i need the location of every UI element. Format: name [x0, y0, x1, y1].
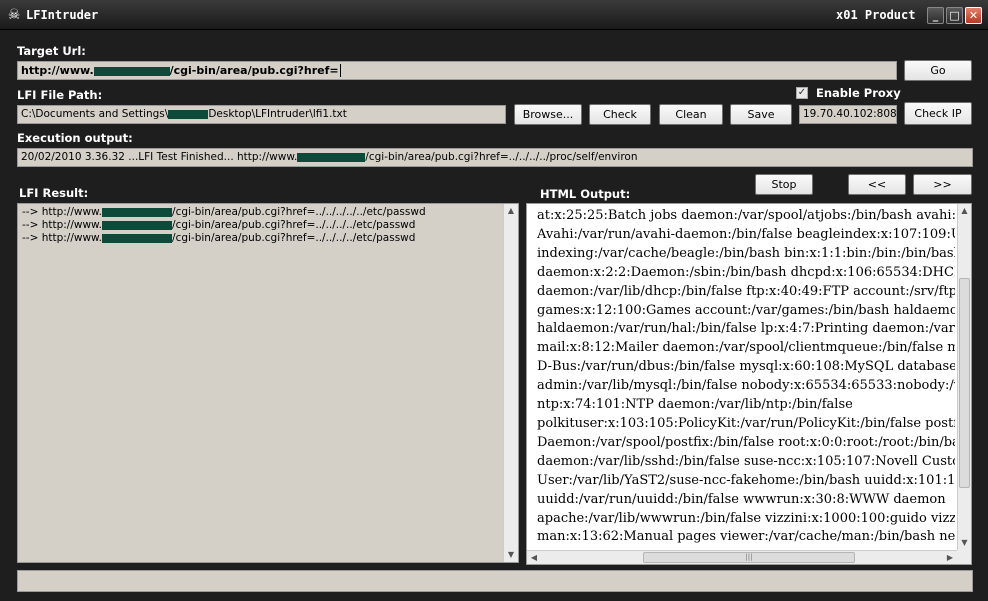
execution-text-prefix: 20/02/2010 3.36.32 ...LFI Test Finished.… — [21, 151, 298, 163]
horizontal-scroll-thumb[interactable]: ||| — [643, 552, 855, 563]
html-output-line: man:x:13:62:Manual pages viewer:/var/cac… — [537, 529, 955, 545]
target-url-suffix: /cgi-bin/area/pub.cgi?href= — [169, 64, 339, 77]
stop-button[interactable]: Stop — [755, 174, 813, 195]
product-label: x01 Product — [836, 8, 916, 22]
browse-button[interactable]: Browse... — [514, 104, 582, 125]
enable-proxy-checkbox[interactable]: ✓ — [796, 87, 808, 99]
redacted-username — [168, 109, 209, 119]
result-row-prefix: --> http://www. — [22, 232, 103, 244]
target-url-prefix: http://www. — [21, 64, 94, 77]
result-row[interactable]: --> http://www. /cgi-bin/area/pub.cgi?hre… — [22, 232, 426, 245]
result-scrollbar[interactable]: ▲ ▼ — [503, 204, 518, 562]
scroll-up-arrow-icon[interactable]: ▲ — [958, 204, 971, 218]
redacted-domain — [297, 152, 366, 162]
html-output-line: uuidd:/var/run/uuidd:/bin/false wwwrun:x… — [537, 491, 946, 507]
lfi-path-prefix: C:\Documents and Settings\ — [21, 108, 169, 120]
clean-button[interactable]: Clean — [659, 104, 723, 125]
result-row[interactable]: --> http://www. /cgi-bin/area/pub.cgi?hre… — [22, 206, 426, 219]
maximize-icon: □ — [949, 9, 960, 22]
html-output-label: HTML Output: — [540, 187, 631, 201]
html-output-line: daemon:/var/lib/dhcp:/bin/false ftp:x:40… — [537, 283, 955, 299]
go-button[interactable]: Go — [904, 60, 972, 81]
scroll-down-arrow-icon[interactable]: ▼ — [958, 536, 971, 550]
lfi-path-suffix: Desktop\LFIntruder\lfi1.txt — [208, 108, 347, 120]
execution-text-suffix: /cgi-bin/area/pub.cgi?href=../../../../p… — [365, 151, 638, 163]
lfi-result-list[interactable]: --> http://www. /cgi-bin/area/pub.cgi?hre… — [17, 203, 519, 563]
close-icon: ✕ — [968, 9, 979, 22]
result-row-suffix: /cgi-bin/area/pub.cgi?href=../../../../e… — [172, 232, 416, 244]
html-output-text: at:x:25:25:Batch jobs daemon:/var/spool/… — [537, 207, 955, 547]
html-output-view[interactable]: at:x:25:25:Batch jobs daemon:/var/spool/… — [526, 203, 972, 565]
lfi-file-path-label: LFI File Path: — [17, 88, 103, 102]
html-output-line: User:/var/lib/YaST2/suse-ncc-fakehome:/b… — [537, 472, 955, 488]
html-horizontal-scrollbar[interactable]: ◀ ||| ▶ — [527, 550, 957, 564]
redacted-domain — [102, 233, 173, 243]
main-panel: Target Url: http://www. /cgi-bin/area/pub… — [5, 31, 983, 597]
scroll-corner — [957, 550, 971, 564]
html-output-line: daemon:/var/lib/sshd:/bin/false suse-ncc… — [537, 453, 955, 469]
next-button[interactable]: >> — [913, 174, 972, 195]
title-bar: ☠ LFIntruder x01 Product _ □ ✕ — [0, 0, 988, 30]
html-output-line: Avahi:/var/run/avahi-daemon:/bin/false b… — [537, 226, 955, 242]
checkmark-icon: ✓ — [797, 87, 807, 98]
html-vertical-scrollbar[interactable]: ▲ ▼ — [957, 204, 971, 550]
check-button[interactable]: Check — [589, 104, 651, 125]
lfi-result-label: LFI Result: — [19, 186, 89, 200]
result-row[interactable]: --> http://www. /cgi-bin/area/pub.cgi?hre… — [22, 219, 426, 232]
execution-output-field: 20/02/2010 3.36.32 ...LFI Test Finished.… — [17, 148, 973, 167]
scroll-down-arrow-icon[interactable]: ▼ — [504, 548, 518, 562]
status-bar — [17, 570, 973, 592]
redacted-domain — [93, 66, 170, 76]
skull-app-icon: ☠ — [7, 7, 21, 23]
html-output-line: mail:x:8:12:Mailer daemon:/var/spool/cli… — [537, 340, 955, 356]
html-output-line: indexing:/var/cache/beagle:/bin/bash bin… — [537, 245, 955, 261]
lfi-file-path-input[interactable]: C:\Documents and Settings\ Desktop\LFIntr… — [17, 105, 506, 124]
html-output-line: games:x:12:100:Games account:/var/games:… — [537, 302, 955, 318]
result-row-suffix: /cgi-bin/area/pub.cgi?href=../../../../.… — [172, 206, 426, 218]
target-url-input[interactable]: http://www. /cgi-bin/area/pub.cgi?href=​ — [17, 61, 897, 80]
close-button[interactable]: ✕ — [965, 7, 982, 24]
scroll-left-arrow-icon[interactable]: ◀ — [527, 551, 541, 564]
proxy-address-input[interactable]: 19.70.40.102:8080 — [799, 105, 897, 124]
redacted-domain — [102, 207, 173, 217]
html-output-line: Daemon:/var/spool/postfix:/bin/false roo… — [537, 434, 955, 450]
result-row-prefix: --> http://www. — [22, 206, 103, 218]
result-rows: --> http://www. /cgi-bin/area/pub.cgi?hre… — [22, 206, 426, 245]
redacted-domain — [102, 220, 173, 230]
html-output-line: apache:/var/lib/wwwrun:/bin/false vizzin… — [537, 510, 955, 526]
html-output-line: ntp:x:74:101:NTP daemon:/var/lib/ntp:/bi… — [537, 397, 853, 413]
html-output-line: haldaemon:/var/run/hal:/bin/false lp:x:4… — [537, 321, 955, 337]
target-url-label: Target Url: — [17, 44, 86, 58]
scroll-up-arrow-icon[interactable]: ▲ — [504, 204, 518, 218]
html-output-line: admin:/var/lib/mysql:/bin/false nobody:x… — [537, 378, 955, 394]
html-output-line: polkituser:x:103:105:PolicyKit:/var/run/… — [537, 415, 955, 431]
check-ip-button[interactable]: Check IP — [904, 102, 972, 125]
save-button[interactable]: Save — [730, 104, 792, 125]
maximize-button[interactable]: □ — [946, 7, 963, 24]
scroll-right-arrow-icon[interactable]: ▶ — [943, 551, 957, 564]
html-output-line: at:x:25:25:Batch jobs daemon:/var/spool/… — [537, 208, 955, 223]
result-row-suffix: /cgi-bin/area/pub.cgi?href=../../../../e… — [172, 219, 416, 231]
html-output-line: D-Bus:/var/run/dbus:/bin/false mysql:x:6… — [537, 359, 955, 375]
result-row-prefix: --> http://www. — [22, 219, 103, 231]
minimize-icon: _ — [932, 9, 939, 22]
enable-proxy-label: Enable Proxy — [816, 86, 901, 100]
previous-button[interactable]: << — [848, 174, 906, 195]
text-cursor: ​ — [339, 64, 341, 77]
execution-output-label: Execution output: — [17, 131, 133, 145]
html-output-line: daemon:x:2:2:Daemon:/sbin:/bin/bash dhcp… — [537, 264, 955, 280]
grip-icon: ||| — [745, 553, 753, 561]
window-title: LFIntruder — [26, 8, 99, 22]
minimize-button[interactable]: _ — [927, 7, 944, 24]
scroll-thumb[interactable] — [959, 278, 970, 488]
